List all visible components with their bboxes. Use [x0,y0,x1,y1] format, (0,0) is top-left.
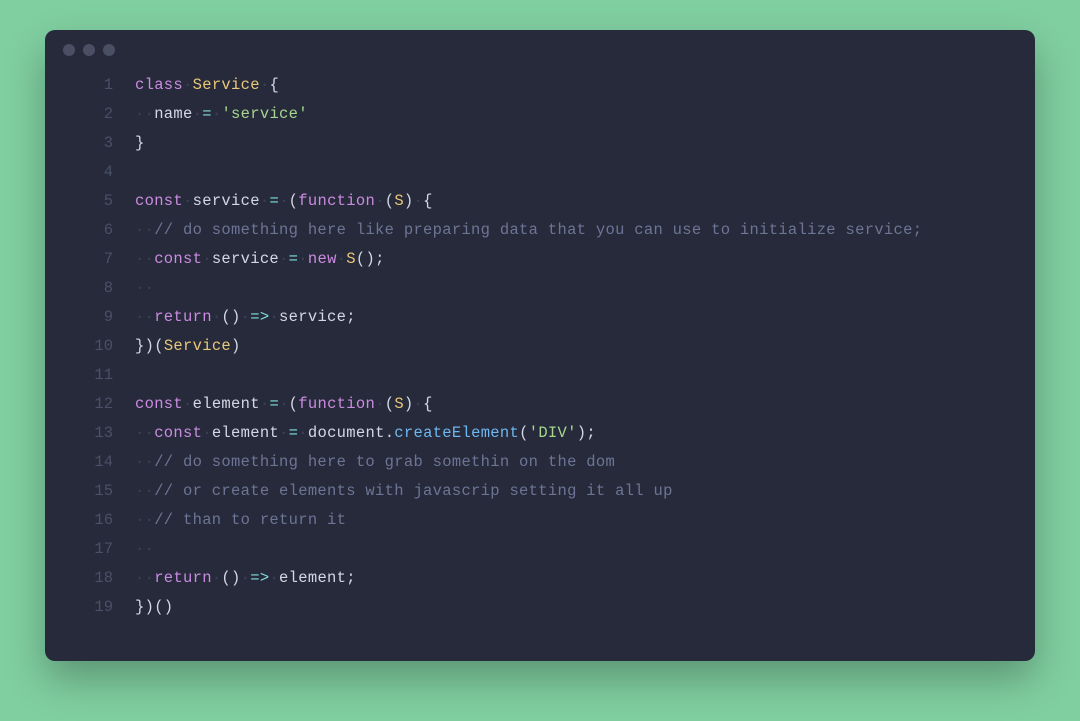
code-content[interactable]: })() [135,598,173,616]
line-number: 17 [45,540,135,558]
code-content[interactable]: ··// do something here to grab somethin … [135,453,615,471]
code-line[interactable]: 3} [45,134,1035,163]
code-content[interactable]: })(Service) [135,337,241,355]
line-number: 13 [45,424,135,442]
code-line[interactable]: 9··return·()·=>·service; [45,308,1035,337]
code-content[interactable]: ··return·()·=>·element; [135,569,356,587]
code-content[interactable]: ·· [135,540,154,558]
code-line[interactable]: 15··// or create elements with javascrip… [45,482,1035,511]
code-line[interactable]: 6··// do something here like preparing d… [45,221,1035,250]
code-line[interactable]: 14··// do something here to grab somethi… [45,453,1035,482]
close-icon[interactable] [63,44,75,56]
code-content[interactable]: ··name·=·'service' [135,105,308,123]
code-line[interactable]: 4 [45,163,1035,192]
line-number: 11 [45,366,135,384]
line-number: 19 [45,598,135,616]
code-line[interactable]: 17·· [45,540,1035,569]
line-number: 16 [45,511,135,529]
line-number: 3 [45,134,135,152]
code-content[interactable]: ··const·element·=·document.createElement… [135,424,596,442]
code-content[interactable]: ··// than to return it [135,511,346,529]
line-number: 18 [45,569,135,587]
line-number: 8 [45,279,135,297]
code-content[interactable]: } [135,134,145,152]
line-number: 7 [45,250,135,268]
window-titlebar [45,30,1035,70]
code-line[interactable]: 11 [45,366,1035,395]
code-line[interactable]: 7··const·service·=·new·S(); [45,250,1035,279]
code-line[interactable]: 2··name·=·'service' [45,105,1035,134]
code-line[interactable]: 19})() [45,598,1035,627]
code-line[interactable]: 12const·element·=·(function·(S)·{ [45,395,1035,424]
line-number: 12 [45,395,135,413]
code-content[interactable]: ··// do something here like preparing da… [135,221,922,239]
code-content[interactable]: const·service·=·(function·(S)·{ [135,192,433,210]
code-line[interactable]: 13··const·element·=·document.createEleme… [45,424,1035,453]
line-number: 15 [45,482,135,500]
line-number: 14 [45,453,135,471]
maximize-icon[interactable] [103,44,115,56]
line-number: 5 [45,192,135,210]
minimize-icon[interactable] [83,44,95,56]
line-number: 10 [45,337,135,355]
line-number: 9 [45,308,135,326]
code-content[interactable]: const·element·=·(function·(S)·{ [135,395,433,413]
code-content[interactable]: ··// or create elements with javascrip s… [135,482,673,500]
code-line[interactable]: 1class·Service·{ [45,76,1035,105]
code-window: 1class·Service·{2··name·=·'service'3}45c… [45,30,1035,661]
code-content[interactable]: ··return·()·=>·service; [135,308,356,326]
code-line[interactable]: 8·· [45,279,1035,308]
line-number: 1 [45,76,135,94]
line-number: 6 [45,221,135,239]
code-line[interactable]: 10})(Service) [45,337,1035,366]
code-content[interactable]: ··const·service·=·new·S(); [135,250,385,268]
code-line[interactable]: 5const·service·=·(function·(S)·{ [45,192,1035,221]
code-content[interactable]: ·· [135,279,154,297]
line-number: 2 [45,105,135,123]
code-content[interactable]: class·Service·{ [135,76,279,94]
line-number: 4 [45,163,135,181]
code-line[interactable]: 16··// than to return it [45,511,1035,540]
code-line[interactable]: 18··return·()·=>·element; [45,569,1035,598]
code-editor[interactable]: 1class·Service·{2··name·=·'service'3}45c… [45,70,1035,661]
